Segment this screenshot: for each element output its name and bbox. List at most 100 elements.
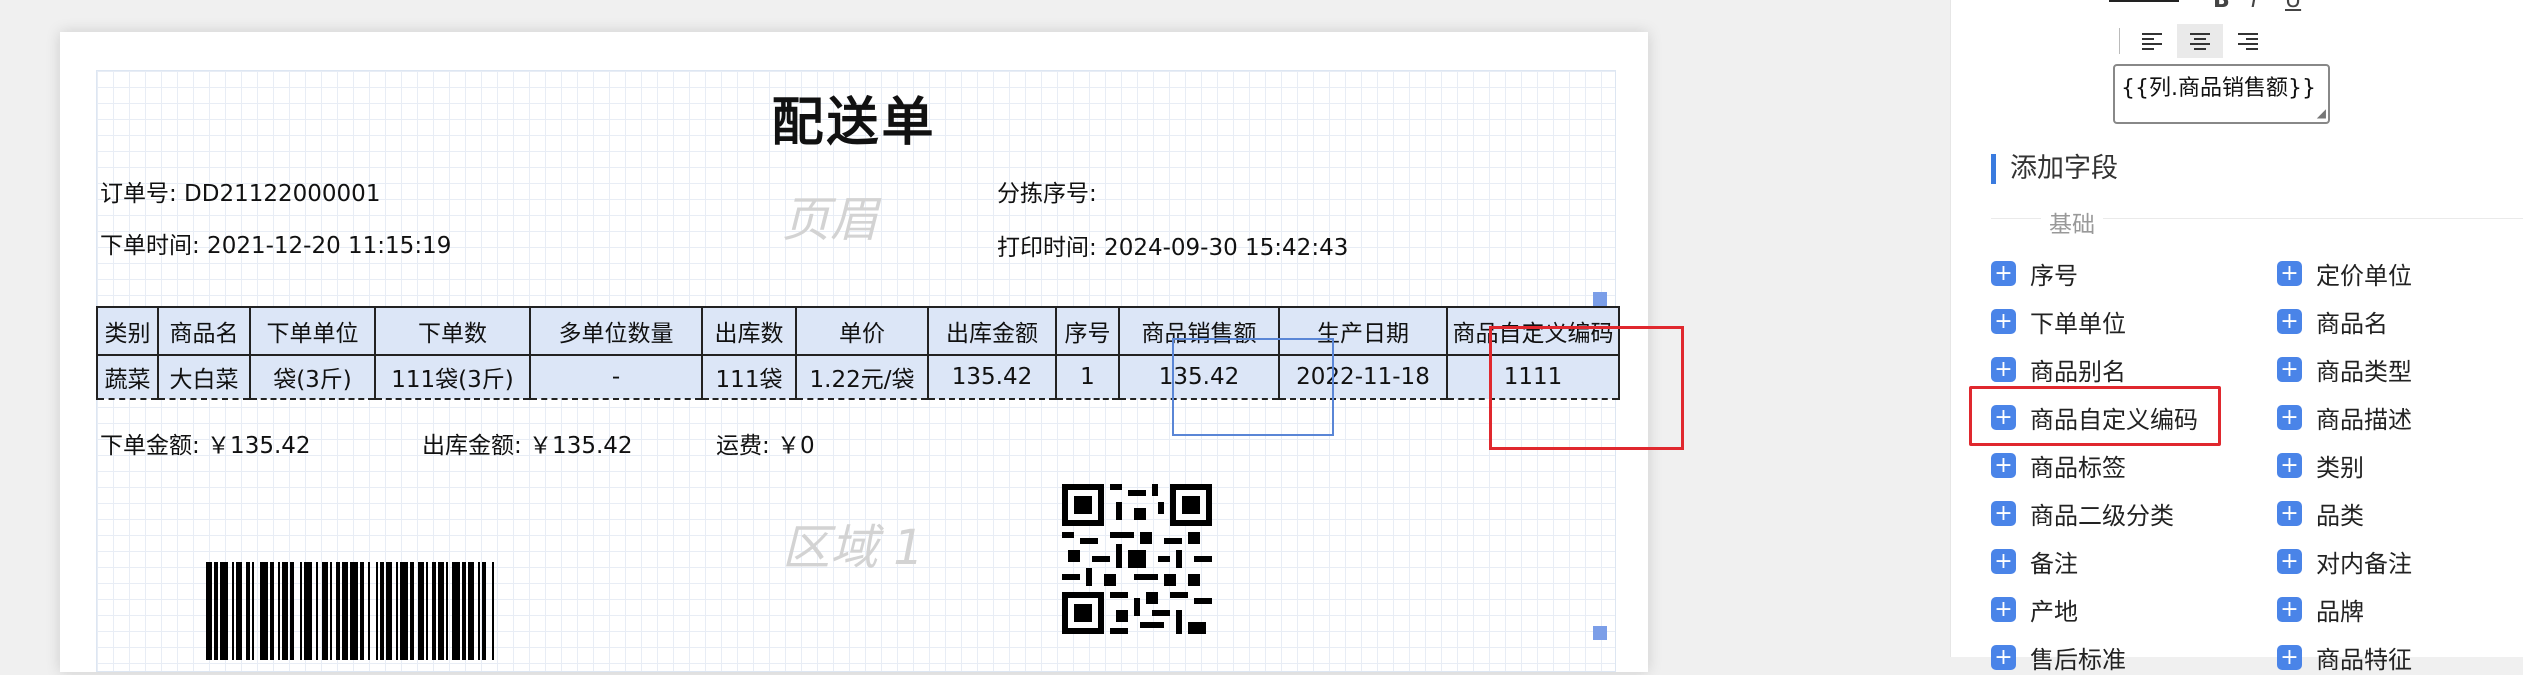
add-field-item[interactable]: + 备注 (1991, 544, 2078, 579)
add-field-label: 商品二级分类 (2030, 502, 2174, 530)
add-field-item[interactable]: + 序号 (1991, 256, 2078, 291)
table-cell[interactable]: 1.22元/袋 (795, 354, 929, 400)
table-cell[interactable]: 111袋 (701, 354, 797, 400)
plus-icon: + (2277, 405, 2302, 430)
table-header-cell[interactable]: 序号 (1055, 306, 1120, 356)
add-field-item[interactable]: + 商品别名 (1991, 352, 2126, 387)
barcode-bar (452, 562, 460, 660)
header-watermark: 页眉 (782, 192, 879, 248)
resize-handle-bottom[interactable] (1593, 626, 1607, 640)
bold-button[interactable]: B (2213, 0, 2230, 13)
italic-button[interactable]: I (2251, 0, 2258, 13)
add-field-section-title: 添加字段 (1991, 154, 2118, 184)
table-header-cell[interactable]: 单价 (795, 306, 929, 356)
add-field-label: 类别 (2316, 454, 2364, 482)
table-cell[interactable]: 111袋(3斤) (374, 354, 531, 400)
add-field-label: 品类 (2316, 502, 2364, 530)
goods-table[interactable]: 类别 商品名 下单单位 下单数 多单位数量 出库数 单价 出库金额 序号 商品销… (96, 306, 1620, 400)
table-header-cell[interactable]: 出库数 (701, 306, 797, 356)
plus-icon: + (2277, 309, 2302, 334)
add-field-item[interactable]: + 商品名 (2277, 304, 2388, 339)
barcode-bar (260, 562, 268, 660)
barcode-bar (220, 562, 228, 660)
add-field-item[interactable]: + 定价单位 (2277, 256, 2412, 291)
add-field-item[interactable]: + 商品二级分类 (1991, 496, 2174, 531)
plus-icon: + (2277, 501, 2302, 526)
table-cell[interactable]: - (529, 354, 703, 400)
add-field-label: 商品名 (2316, 310, 2388, 338)
table-header-cell[interactable]: 下单单位 (249, 306, 376, 356)
table-cell[interactable]: 袋(3斤) (249, 354, 376, 400)
table-header-cell[interactable]: 下单数 (374, 306, 531, 356)
table-cell[interactable]: 大白菜 (157, 354, 251, 400)
selected-column-outline (1172, 338, 1334, 436)
plus-icon: + (2277, 549, 2302, 574)
barcode-image[interactable] (206, 562, 498, 660)
toolbar-divider (2119, 28, 2120, 54)
table-cell[interactable]: 1 (1055, 354, 1120, 400)
design-canvas: 配送单 订单号: DD21122000001 分拣序号: 下单时间: 2021-… (0, 0, 1950, 672)
resize-grip-icon[interactable]: ◢ (2317, 106, 2326, 120)
plus-icon: + (2277, 453, 2302, 478)
plus-icon: + (1991, 501, 2016, 526)
add-field-label: 商品特征 (2316, 646, 2412, 674)
add-field-item[interactable]: + 商品特征 (2277, 640, 2412, 675)
add-field-label: 产地 (2030, 598, 2078, 626)
add-field-item[interactable]: + 商品自定义编码 (1991, 400, 2198, 435)
order-amount[interactable]: 下单金额: ￥135.42 (100, 426, 311, 460)
plus-icon: + (1991, 597, 2016, 622)
barcode-bar (304, 562, 312, 660)
add-field-item[interactable]: + 对内备注 (2277, 544, 2412, 579)
add-field-item[interactable]: + 产地 (1991, 592, 2078, 627)
add-field-item[interactable]: + 商品标签 (1991, 448, 2126, 483)
table-header-cell[interactable]: 出库金额 (927, 306, 1057, 356)
barcode-bar (350, 562, 358, 660)
plus-icon: + (1991, 453, 2016, 478)
add-field-label: 商品标签 (2030, 454, 2126, 482)
field-content-textarea[interactable]: {{列.商品销售额}} ◢ (2113, 64, 2330, 124)
add-field-item[interactable]: + 类别 (2277, 448, 2364, 483)
add-field-label: 商品别名 (2030, 358, 2126, 386)
plus-icon: + (1991, 645, 2016, 670)
plus-icon: + (2277, 597, 2302, 622)
barcode-space (494, 562, 498, 660)
add-field-label: 对内备注 (2316, 550, 2412, 578)
order-number[interactable]: 订单号: DD21122000001 (100, 174, 380, 208)
add-field-label: 品牌 (2316, 598, 2364, 626)
add-field-item[interactable]: + 品牌 (2277, 592, 2364, 627)
table-header-cell[interactable]: 类别 (96, 306, 159, 356)
add-field-item[interactable]: + 商品类型 (2277, 352, 2412, 387)
plus-icon: + (1991, 549, 2016, 574)
table-header-row: 类别 商品名 下单单位 下单数 多单位数量 出库数 单价 出库金额 序号 商品销… (96, 306, 1620, 356)
barcode-bar (400, 562, 408, 660)
add-field-item[interactable]: + 售后标准 (1991, 640, 2126, 675)
add-field-item[interactable]: + 下单单位 (1991, 304, 2126, 339)
region-watermark: 区域 1 (782, 520, 924, 576)
table-cell[interactable]: 135.42 (927, 354, 1057, 400)
table-cell[interactable]: 蔬菜 (96, 354, 159, 400)
font-size-underline (2109, 0, 2179, 2)
print-page: 配送单 订单号: DD21122000001 分拣序号: 下单时间: 2021-… (60, 32, 1684, 672)
sort-number[interactable]: 分拣序号: (997, 174, 1097, 208)
add-field-item[interactable]: + 品类 (2277, 496, 2364, 531)
align-right-icon[interactable] (2225, 24, 2271, 58)
textarea-value: {{列.商品销售额}} (2121, 76, 2316, 101)
outbound-amount[interactable]: 出库金额: ￥135.42 (422, 426, 633, 460)
table-header-cell[interactable]: 多单位数量 (529, 306, 703, 356)
resize-handle-top[interactable] (1593, 292, 1607, 306)
red-highlight-box (1489, 326, 1684, 450)
table-header-cell[interactable]: 商品名 (157, 306, 251, 356)
underline-button[interactable]: U (2285, 0, 2301, 13)
add-field-label: 序号 (2030, 262, 2078, 290)
order-time[interactable]: 下单时间: 2021-12-20 11:15:19 (100, 226, 451, 260)
add-field-item[interactable]: + 商品描述 (2277, 400, 2412, 435)
plus-icon: + (1991, 357, 2016, 382)
add-field-label: 商品类型 (2316, 358, 2412, 386)
freight[interactable]: 运费: ￥0 (716, 426, 815, 460)
print-time[interactable]: 打印时间: 2024-09-30 15:42:43 (997, 228, 1348, 262)
qr-code-image[interactable] (1062, 484, 1212, 634)
plus-icon: + (1991, 405, 2016, 430)
align-left-icon[interactable] (2129, 24, 2175, 58)
page-title[interactable]: 配送单 (60, 80, 1648, 155)
align-center-icon[interactable] (2177, 24, 2223, 58)
